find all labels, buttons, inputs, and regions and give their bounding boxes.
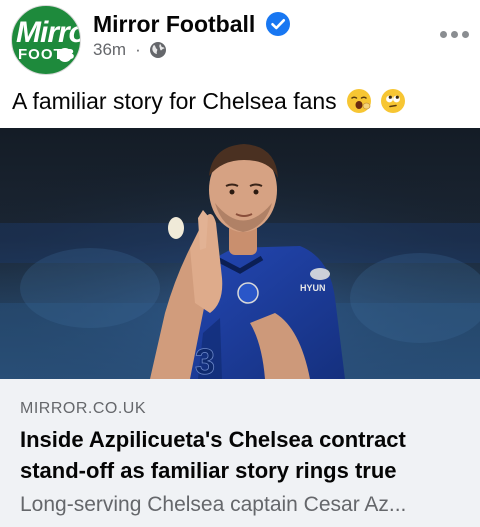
link-domain[interactable]: MIRROR.CO.UK bbox=[20, 400, 146, 418]
yawning-face-emoji bbox=[347, 89, 372, 113]
link-description[interactable]: Long-serving Chelsea captain Cesar Az... bbox=[20, 493, 475, 517]
link-headline[interactable]: Inside Azpilicueta's Chelsea contract st… bbox=[20, 424, 470, 486]
avatar-logo-text: Mirror bbox=[16, 16, 80, 49]
rolling-eyes-face-emoji bbox=[381, 89, 406, 113]
shirt-number: 3 bbox=[195, 341, 215, 379]
chelsea-player-photo[interactable]: HYUN 3 bbox=[0, 128, 480, 379]
post-meta: 36m · bbox=[93, 40, 167, 60]
post-timestamp[interactable]: 36m bbox=[93, 40, 126, 60]
globe-icon[interactable] bbox=[149, 41, 167, 59]
more-options-icon[interactable] bbox=[440, 31, 470, 41]
post-caption: A familiar story for Chelsea fans bbox=[12, 88, 406, 115]
football-icon bbox=[58, 48, 72, 62]
caption-text: A familiar story for Chelsea fans bbox=[12, 88, 337, 114]
post-header: Mirror FOOTBALL Mirror Football 36m · bbox=[0, 0, 480, 80]
verified-badge-icon bbox=[266, 12, 290, 36]
meta-separator: · bbox=[135, 40, 141, 59]
page-name-link[interactable]: Mirror Football bbox=[93, 11, 255, 38]
page-avatar[interactable]: Mirror FOOTBALL bbox=[11, 5, 81, 75]
svg-text:HYUN: HYUN bbox=[300, 283, 326, 293]
